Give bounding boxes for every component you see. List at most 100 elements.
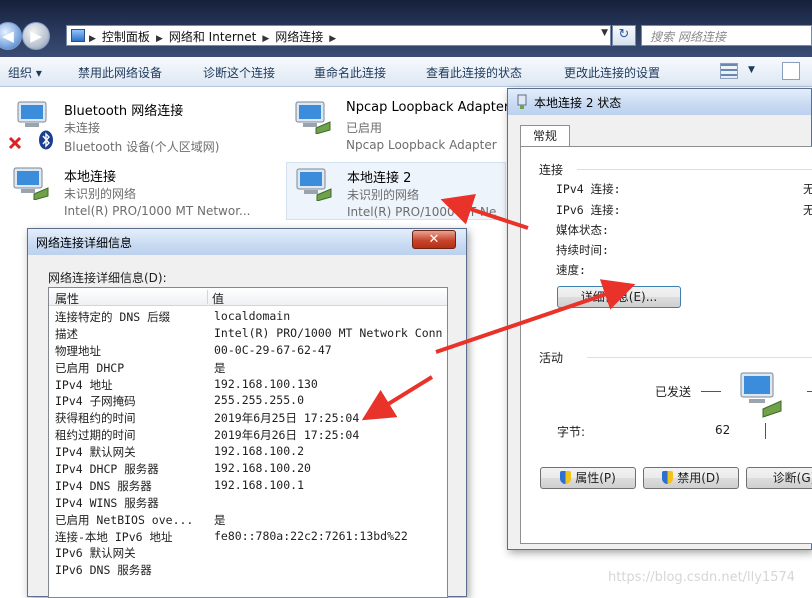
details-row-value: 是	[214, 360, 226, 375]
details-row-property: IPv6 默认网关	[55, 546, 136, 561]
details-row-property: IPv4 DNS 服务器	[55, 478, 152, 493]
details-row[interactable]: IPv4 地址 192.168.100.130	[49, 377, 447, 394]
details-row[interactable]: IPv6 默认网关	[49, 545, 447, 562]
connection-local-2[interactable]: 本地连接 2 未识别的网络 Intel(R) PRO/1000 MT Ne	[286, 162, 506, 220]
details-button[interactable]: 详细信息(E)...	[557, 286, 681, 308]
details-row[interactable]: 已启用 DHCP 是	[49, 360, 447, 377]
connection-status: 未连接	[64, 121, 101, 135]
section-divider	[577, 169, 812, 170]
connection-device: Intel(R) PRO/1000 MT Networ...	[64, 204, 251, 218]
details-row-value: 192.168.100.2	[214, 444, 305, 459]
change-settings-button[interactable]: 更改此连接的设置	[564, 64, 660, 81]
details-row-property: IPv4 默认网关	[55, 445, 136, 460]
details-row-property: 已启用 NetBIOS ove...	[55, 512, 194, 527]
connection-name: 本地连接	[64, 170, 117, 185]
breadcrumb-network-connections[interactable]: 网络连接	[275, 30, 323, 44]
close-icon: ✕	[428, 232, 440, 247]
details-row-property: IPv4 子网掩码	[55, 394, 136, 409]
details-row-property: 已启用 DHCP	[55, 360, 125, 375]
details-row[interactable]: IPv4 WINS 服务器	[49, 495, 447, 512]
activity-section-title: 活动	[539, 351, 564, 365]
details-row-property: 获得租约的时间	[55, 411, 136, 426]
bytes-divider	[765, 423, 766, 439]
diagnose-button[interactable]: 诊断(G)	[746, 467, 812, 489]
details-list-header: 属性 值	[49, 288, 447, 306]
details-row[interactable]: IPv6 DNS 服务器	[49, 562, 447, 579]
details-window-titlebar[interactable]: 网络连接详细信息 ✕	[28, 229, 466, 255]
connection-status: 未识别的网络	[347, 188, 420, 202]
disable-button[interactable]: 禁用(D)	[643, 467, 739, 489]
ipv4-connectivity-value: 无	[803, 182, 812, 196]
breadcrumb-network-internet[interactable]: 网络和 Internet	[169, 30, 256, 44]
details-row[interactable]: IPv4 DNS 服务器 192.168.100.1	[49, 478, 447, 495]
details-row-property: IPv4 DHCP 服务器	[55, 462, 159, 477]
bytes-sent-value: 62	[715, 423, 731, 437]
sent-line	[701, 391, 721, 392]
address-dropdown-icon[interactable]: ▼	[601, 28, 608, 38]
view-status-button[interactable]: 查看此连接的状态	[426, 64, 522, 81]
organize-menu[interactable]: 组织 ▾	[8, 64, 42, 81]
view-dropdown-icon[interactable]: ▼	[748, 65, 755, 75]
details-row-value: 255.255.255.0	[214, 393, 305, 408]
details-row-value: 是	[214, 512, 226, 527]
column-header-value[interactable]: 值	[212, 290, 224, 307]
column-divider[interactable]	[207, 290, 208, 304]
connection-name: Bluetooth 网络连接	[64, 104, 184, 119]
details-row[interactable]: IPv4 DHCP 服务器 192.168.100.20	[49, 461, 447, 478]
rename-connection-button[interactable]: 重命名此连接	[314, 64, 386, 81]
details-row-property: 物理地址	[55, 343, 101, 358]
close-button[interactable]: ✕	[412, 230, 456, 249]
details-row[interactable]: 已启用 NetBIOS ove... 是	[49, 512, 447, 529]
breadcrumb-chevron-icon: ▶	[89, 34, 96, 44]
forward-button[interactable]: ▶	[22, 22, 50, 50]
breadcrumb-control-panel[interactable]: 控制面板	[102, 30, 150, 44]
details-row-property: IPv4 WINS 服务器	[55, 495, 159, 510]
connection-device: Bluetooth 设备(个人区域网)	[64, 140, 220, 154]
back-button[interactable]: ◀	[0, 22, 22, 50]
general-tab-panel: 连接 IPv4 连接: 无 IPv6 连接: 无 媒体状态: 持续时间: 速度:…	[520, 146, 812, 544]
details-row[interactable]: 描述 Intel(R) PRO/1000 MT Network Conn	[49, 326, 447, 343]
uac-shield-icon	[662, 471, 674, 484]
breadcrumb-chevron-icon: ▶	[262, 34, 270, 44]
network-computer-icon	[13, 167, 49, 200]
connection-local[interactable]: 本地连接 未识别的网络 Intel(R) PRO/1000 MT Networ.…	[4, 162, 251, 220]
watermark: https://blog.csdn.net/lly1574	[608, 570, 796, 585]
refresh-button[interactable]: ↻	[612, 25, 636, 46]
details-row-property: IPv4 地址	[55, 377, 113, 392]
explorer-address-bar: ◀ ▶ ▶ 控制面板 ▶ 网络和 Internet ▶ 网络连接 ▶ ▼ ↻ 搜索 网络连接	[0, 0, 812, 57]
details-row[interactable]: 连接-本地 IPv6 地址 fe80::780a:22c2:7261:13bd%2…	[49, 529, 447, 546]
disable-device-button[interactable]: 禁用此网络设备	[78, 64, 162, 81]
breadcrumb-chevron-icon: ▶	[155, 34, 163, 44]
preview-pane-icon[interactable]	[782, 62, 800, 80]
connection-npcap-loopback[interactable]: Npcap Loopback Adapter 已启用 Npcap Loopbac…	[286, 96, 509, 154]
view-options-icon[interactable]	[720, 63, 738, 79]
properties-button[interactable]: 属性(P)	[540, 467, 636, 489]
details-row[interactable]: 连接特定的 DNS 后缀 localdomain	[49, 309, 447, 326]
breadcrumb-chevron-icon: ▶	[329, 34, 337, 44]
details-row-value: 2019年6月25日 17:25:04	[214, 411, 360, 426]
details-list[interactable]: 属性 值 连接特定的 DNS 后缀 localdomain 描述 Intel(R) P…	[48, 287, 448, 598]
status-window-title: 本地连接 2 状态	[534, 96, 622, 110]
disable-button-label: 禁用(D)	[677, 471, 720, 485]
network-computer-icon	[295, 101, 331, 134]
column-header-property[interactable]: 属性	[55, 290, 79, 307]
network-adapter-icon	[517, 94, 527, 109]
details-row[interactable]: IPv4 默认网关 192.168.100.2	[49, 444, 447, 461]
address-field[interactable]: ▶ 控制面板 ▶ 网络和 Internet ▶ 网络连接 ▶ ▼	[66, 25, 611, 46]
details-row[interactable]: 租约过期的时间 2019年6月26日 17:25:04	[49, 427, 447, 444]
search-input[interactable]: 搜索 网络连接	[641, 25, 812, 46]
connection-bluetooth[interactable]: Bluetooth 网络连接 未连接 Bluetooth 设备(个人区域网)	[4, 96, 224, 154]
details-window-title: 网络连接详细信息	[36, 236, 133, 250]
status-window-titlebar[interactable]: 本地连接 2 状态	[508, 89, 811, 115]
details-row-value: 2019年6月26日 17:25:04	[214, 428, 360, 443]
diagnose-connection-button[interactable]: 诊断这个连接	[203, 64, 275, 81]
ipv4-connectivity-label: IPv4 连接:	[556, 182, 621, 196]
details-row[interactable]: 获得租约的时间 2019年6月25日 17:25:04	[49, 410, 447, 427]
details-row[interactable]: 物理地址 00-0C-29-67-62-47	[49, 343, 447, 360]
details-row[interactable]: IPv4 子网掩码 255.255.255.0	[49, 393, 447, 410]
details-row-value: Intel(R) PRO/1000 MT Network Conn	[214, 325, 443, 340]
connection-status: 已启用	[346, 121, 383, 135]
details-rows: 连接特定的 DNS 后缀 localdomain 描述 Intel(R) PRO/10…	[49, 309, 447, 579]
tab-general[interactable]: 常规	[520, 125, 570, 147]
details-list-label: 网络连接详细信息(D):	[48, 271, 167, 285]
